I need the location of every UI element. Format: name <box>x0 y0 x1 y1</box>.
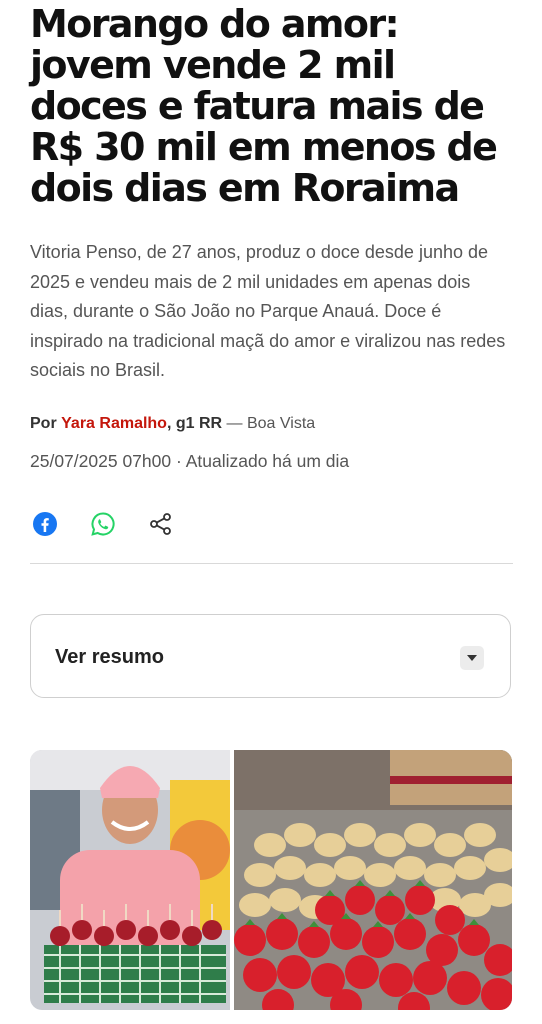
summary-toggle-button[interactable]: Ver resumo <box>30 614 511 698</box>
byline-prefix: Por <box>30 415 57 432</box>
divider <box>30 563 513 564</box>
chevron-down-icon[interactable] <box>460 646 484 670</box>
summary-label: Ver resumo <box>55 646 164 668</box>
facebook-icon[interactable] <box>30 509 60 539</box>
photo-illustration <box>30 750 512 1010</box>
whatsapp-icon[interactable] <box>88 509 118 539</box>
author-link[interactable]: Yara Ramalho <box>61 415 167 432</box>
byline: Por Yara Ramalho, g1 RR — Boa Vista <box>30 415 315 433</box>
article-photo <box>30 750 512 1010</box>
publish-date: 25/07/2025 07h00 · Atualizado há um dia <box>30 451 350 471</box>
article-subtitle: Vitoria Penso, de 27 anos, produz o doce… <box>30 242 506 380</box>
share-icon[interactable] <box>146 509 176 539</box>
share-bar <box>30 509 176 539</box>
byline-outlet: , g1 RR <box>166 415 223 432</box>
byline-location: — Boa Vista <box>222 415 316 432</box>
article-headline: Morango do amor: jovem vende 2 mil doces… <box>30 2 498 210</box>
